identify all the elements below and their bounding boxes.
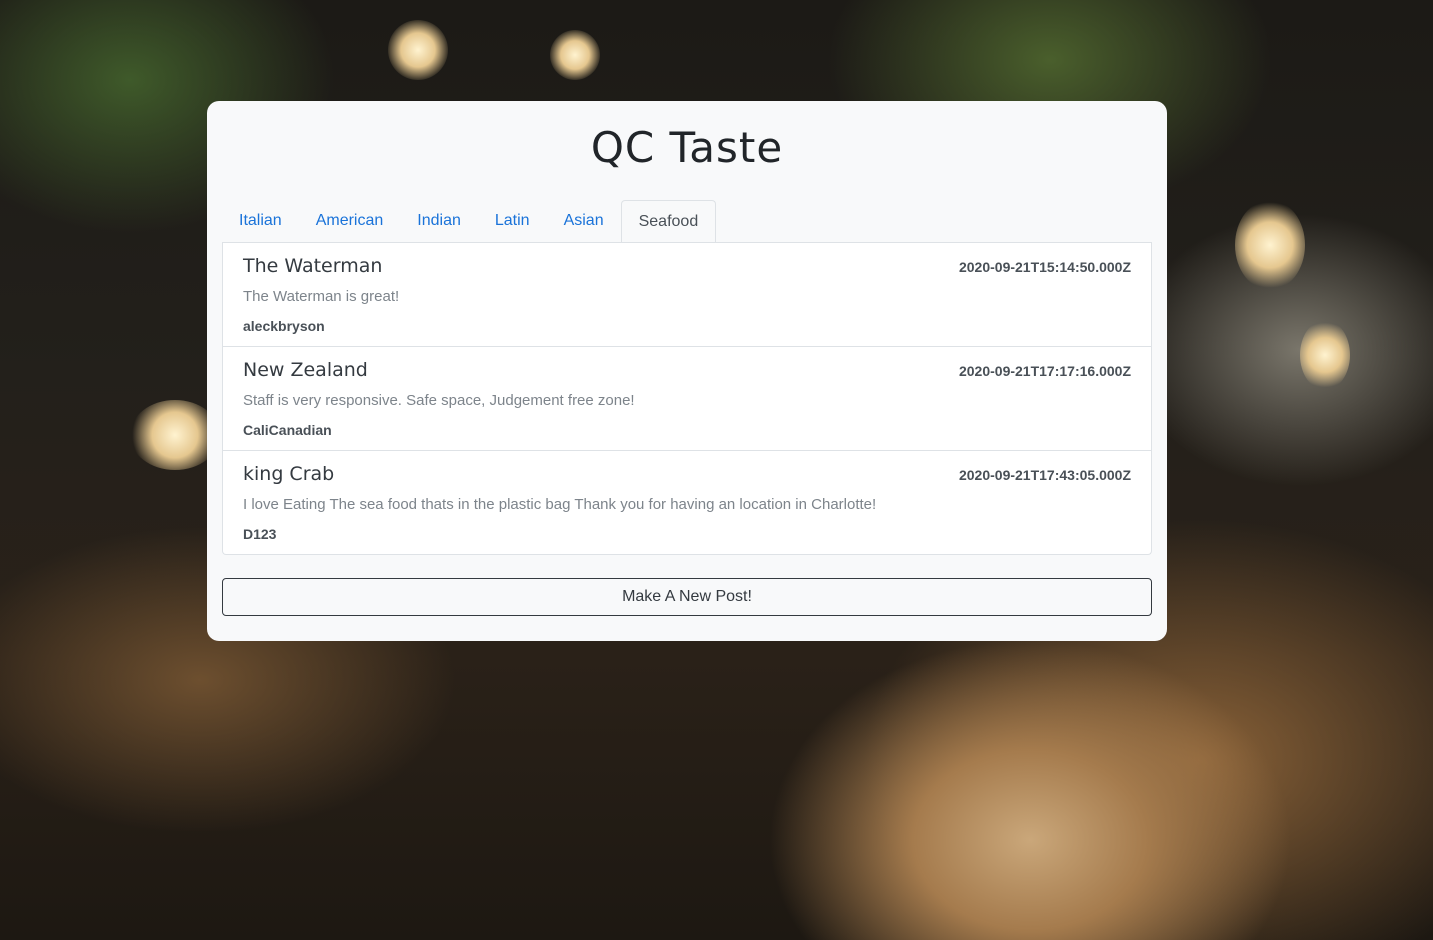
hanging-lamp-icon <box>1300 320 1350 390</box>
post-title: king Crab <box>243 463 335 485</box>
page-title: QC Taste <box>590 123 784 172</box>
post-timestamp: 2020-09-21T17:17:16.000Z <box>958 363 1131 379</box>
list-item: king Crab 2020-09-21T17:43:05.000Z I lov… <box>223 450 1151 554</box>
hanging-lamp-icon <box>550 30 600 80</box>
main-card: QC Taste Italian American Indian Latin A… <box>207 101 1167 641</box>
tab-latin[interactable]: Latin <box>478 200 547 242</box>
post-title: The Waterman <box>243 255 383 277</box>
post-body: The Waterman is great! <box>243 288 400 305</box>
list-item: The Waterman 2020-09-21T15:14:50.000Z Th… <box>223 242 1151 346</box>
post-list: The Waterman 2020-09-21T15:14:50.000Z Th… <box>222 242 1152 555</box>
tab-asian[interactable]: Asian <box>547 200 621 242</box>
post-body: Staff is very responsive. Safe space, Ju… <box>243 392 635 409</box>
hanging-lamp-icon <box>1235 200 1305 290</box>
tab-seafood[interactable]: Seafood <box>620 200 717 243</box>
post-body: I love Eating The sea food thats in the … <box>243 496 877 513</box>
tab-italian[interactable]: Italian <box>222 200 299 242</box>
post-timestamp: 2020-09-21T15:14:50.000Z <box>958 259 1131 275</box>
tab-indian[interactable]: Indian <box>400 200 478 242</box>
category-tabs: Italian American Indian Latin Asian Seaf… <box>222 200 1152 243</box>
tab-american[interactable]: American <box>299 200 401 242</box>
new-post-button[interactable]: Make A New Post! <box>222 578 1152 616</box>
hanging-lamp-icon <box>388 20 448 80</box>
post-author: CaliCanadian <box>243 422 332 438</box>
post-author: aleckbryson <box>243 318 325 334</box>
post-title: New Zealand <box>243 359 368 381</box>
post-timestamp: 2020-09-21T17:43:05.000Z <box>958 467 1131 483</box>
list-item: New Zealand 2020-09-21T17:17:16.000Z Sta… <box>223 346 1151 450</box>
post-author: D123 <box>243 526 277 542</box>
